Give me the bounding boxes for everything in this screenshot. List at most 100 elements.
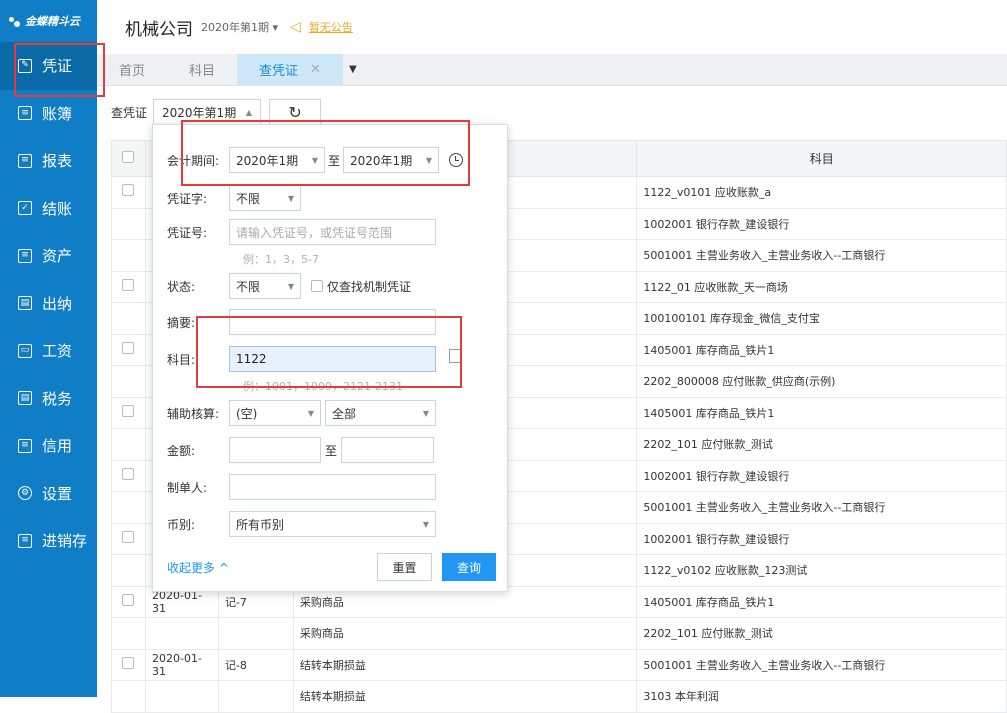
tab-more-icon[interactable]: ▼ — [343, 54, 363, 85]
refresh-button[interactable]: ↻ — [269, 99, 322, 125]
row-voucher-no[interactable] — [217, 617, 294, 650]
row-checkbox[interactable] — [111, 491, 146, 524]
gear-icon: ⚙ — [18, 486, 32, 501]
sidebar-item-cashier[interactable]: ▤ 出纳 — [0, 280, 97, 328]
tab-bar: 首页 科目 查凭证 ✕ ▼ — [97, 54, 1007, 86]
query-button[interactable]: 查询 — [442, 553, 496, 581]
machine-voucher-checkbox[interactable] — [311, 280, 323, 292]
row-summary: 结转本期损益 — [292, 648, 638, 681]
amount-row: 金额: 至 — [167, 437, 435, 463]
row-subject: 1405001 库存商品_铁片1 — [636, 396, 1007, 429]
collapse-more-link[interactable]: 收起更多 ^ — [167, 559, 229, 576]
summary-input[interactable] — [229, 309, 436, 335]
row-checkbox[interactable] — [111, 176, 146, 209]
row-checkbox[interactable] — [111, 522, 146, 555]
reset-button[interactable]: 重置 — [377, 553, 432, 581]
cashier-icon: ▤ — [18, 296, 32, 311]
subject-input[interactable]: 1122 — [229, 346, 436, 372]
row-checkbox[interactable] — [111, 365, 146, 398]
period-to-select[interactable]: 2020年1期 ▼ — [343, 147, 440, 173]
row-voucher-no[interactable] — [217, 680, 294, 713]
row-checkbox[interactable] — [111, 270, 146, 303]
voucher-icon: ✎ — [18, 58, 32, 73]
table-row[interactable]: 结转本期损益 3103 本年利润 — [111, 680, 1007, 713]
sidebar: 金蝶精斗云 ✎ 凭证 ≡ 账簿 ≡ 报表 ✓ 结账 ≡ 资产 ▤ 出纳 ▭ 工资 ▤ 税务 ≡ 信… — [0, 0, 97, 697]
clock-icon[interactable] — [449, 153, 464, 167]
table-row[interactable]: 采购商品 2202_101 应付账款_测试 — [111, 617, 1007, 650]
row-checkbox[interactable] — [111, 333, 146, 366]
row-subject: 1002001 银行存款_建设银行 — [636, 207, 1007, 240]
status-select[interactable]: 不限 ▼ — [229, 273, 301, 299]
sidebar-item-asset[interactable]: ≡ 资产 — [0, 232, 97, 280]
subject-picker-icon[interactable] — [449, 349, 461, 363]
sidebar-item-book[interactable]: ≡ 账簿 — [0, 90, 97, 138]
announcement-link[interactable]: 暂无公告 — [309, 19, 353, 35]
currency-select[interactable]: 所有币别 ▼ — [229, 511, 436, 537]
row-checkbox[interactable] — [111, 648, 146, 681]
amount-from-input[interactable] — [229, 437, 321, 463]
credit-icon: ≡ — [18, 438, 32, 453]
row-checkbox[interactable] — [111, 428, 146, 461]
row-subject: 1122_v0102 应收账款_123测试 — [636, 554, 1007, 587]
row-subject: 3103 本年利润 — [636, 680, 1007, 713]
row-voucher-no[interactable]: 记-8 — [217, 648, 294, 681]
chevron-down-icon: ▼ — [425, 155, 433, 165]
row-date — [144, 617, 219, 650]
sidebar-item-salary[interactable]: ▭ 工资 — [0, 327, 97, 375]
inventory-icon: ≡ — [18, 533, 32, 548]
row-checkbox[interactable] — [111, 396, 146, 429]
row-subject: 2202_101 应付账款_测试 — [636, 617, 1007, 650]
row-checkbox[interactable] — [111, 585, 146, 618]
row-checkbox[interactable] — [111, 459, 146, 492]
row-subject: 1122_01 应收账款_天一商场 — [636, 270, 1007, 303]
voucher-no-input[interactable]: 请输入凭证号，或凭证号范围 — [229, 219, 436, 245]
chevron-up-icon: ^ — [218, 561, 229, 575]
logo: 金蝶精斗云 — [0, 0, 97, 42]
row-subject: 1122_v0101 应收账款_a — [636, 176, 1007, 209]
sidebar-item-settings[interactable]: ⚙ 设置 — [0, 470, 97, 518]
logo-text: 金蝶精斗云 — [25, 15, 80, 28]
company-name[interactable]: 机械公司 — [125, 15, 193, 40]
voucher-word-select[interactable]: 不限 ▼ — [229, 185, 301, 211]
tab-home[interactable]: 首页 — [97, 54, 167, 85]
sidebar-item-voucher[interactable]: ✎ 凭证 — [0, 42, 97, 90]
tab-query-voucher[interactable]: 查凭证 ✕ — [237, 54, 343, 85]
sidebar-item-credit[interactable]: ≡ 信用 — [0, 422, 97, 470]
sidebar-item-report[interactable]: ≡ 报表 — [0, 137, 97, 185]
period-row: 会计期间: 2020年1期 ▼ 至 2020年1期 ▼ — [167, 147, 464, 173]
table-row[interactable]: 2020-01-31 记-8 结转本期损益 5001001 主营业务收入_主营业务收入… — [111, 648, 1007, 681]
aux-value-select[interactable]: 全部 ▼ — [325, 400, 436, 426]
sidebar-item-tax[interactable]: ▤ 税务 — [0, 375, 97, 423]
row-checkbox[interactable] — [111, 617, 146, 650]
column-header-subject: 科目 — [636, 140, 1007, 177]
row-subject: 1405001 库存商品_铁片1 — [636, 333, 1007, 366]
row-checkbox[interactable] — [111, 239, 146, 272]
creator-input[interactable] — [229, 474, 436, 500]
filter-popup: 会计期间: 2020年1期 ▼ 至 2020年1期 ▼ 凭证字: 不限 ▼ 凭证号: … — [152, 124, 508, 592]
tax-icon: ▤ — [18, 391, 32, 406]
close-icon[interactable]: ✕ — [310, 62, 321, 77]
sidebar-item-inventory[interactable]: ≡ 进销存 — [0, 517, 97, 565]
row-date: 2020-01-31 — [144, 648, 219, 681]
aux-type-select[interactable]: (空) ▼ — [229, 400, 321, 426]
row-summary: 结转本期损益 — [292, 680, 638, 713]
row-checkbox[interactable] — [111, 302, 146, 335]
amount-to-input[interactable] — [341, 437, 435, 463]
row-checkbox[interactable] — [111, 680, 146, 713]
period-dropdown[interactable]: 2020年第1期 ▾ — [201, 19, 278, 35]
row-checkbox[interactable] — [111, 554, 146, 587]
period-from-select[interactable]: 2020年1期 ▼ — [229, 147, 325, 173]
row-subject: 1002001 银行存款_建设银行 — [636, 459, 1007, 492]
tab-subject[interactable]: 科目 — [167, 54, 237, 85]
period-filter-select[interactable]: 2020年第1期 ▲ — [153, 99, 262, 125]
select-all-checkbox[interactable] — [111, 140, 146, 177]
header: 机械公司 2020年第1期 ▾ ◁ 暂无公告 — [97, 0, 1007, 54]
voucher-word-row: 凭证字: 不限 ▼ — [167, 185, 301, 211]
status-row: 状态: 不限 ▼ 仅查找机制凭证 — [167, 273, 411, 299]
creator-row: 制单人: — [167, 474, 436, 500]
row-subject: 5001001 主营业务收入_主营业务收入--工商银行 — [636, 491, 1007, 524]
currency-row: 币别: 所有币别 ▼ — [167, 511, 436, 537]
sidebar-item-closing[interactable]: ✓ 结账 — [0, 185, 97, 233]
salary-icon: ▭ — [18, 343, 32, 358]
row-checkbox[interactable] — [111, 207, 146, 240]
